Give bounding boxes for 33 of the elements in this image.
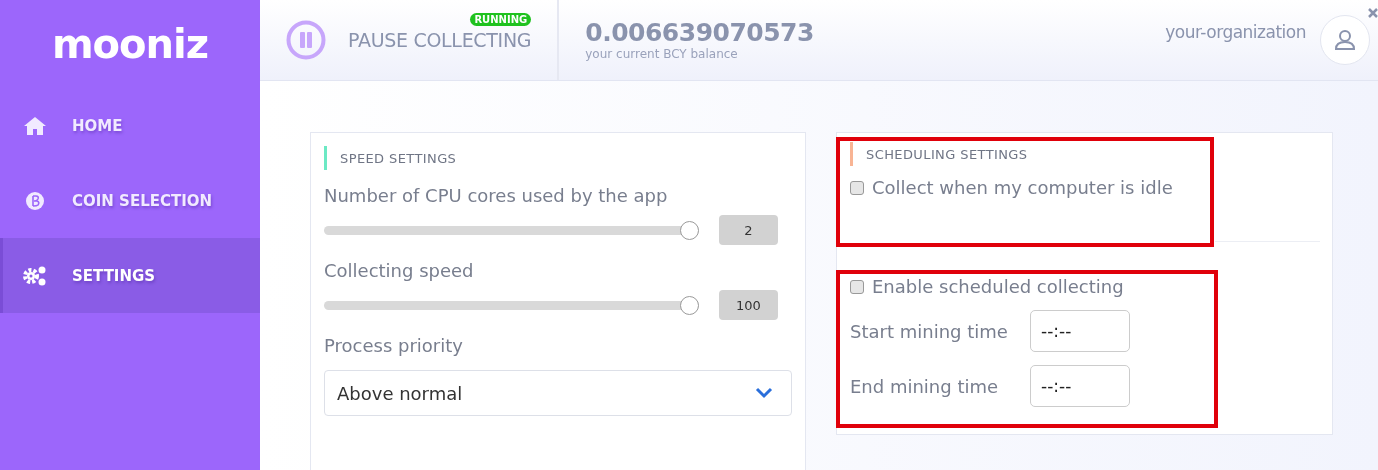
field-label: Process priority	[324, 335, 464, 356]
organization-name: your-organization	[1165, 22, 1306, 42]
slider-value: 2	[719, 215, 778, 245]
home-icon	[22, 115, 48, 136]
close-icon[interactable]	[1368, 8, 1378, 18]
field-label: Start mining time	[850, 320, 1009, 342]
time-input[interactable]: --:--	[1030, 310, 1130, 352]
logo: mooniz	[50, 20, 210, 69]
sidebar-item[interactable]: HOME	[0, 88, 260, 163]
slider-value: 100	[719, 290, 778, 320]
sidebar-item[interactable]: SETTINGS	[0, 238, 260, 313]
balance-caption: your current BCY balance	[585, 47, 739, 61]
slider[interactable]	[324, 220, 699, 240]
pause-icon	[286, 20, 326, 60]
slider-thumb[interactable]	[680, 220, 699, 240]
user-icon	[1333, 28, 1357, 52]
section-title: SPEED SETTINGS	[340, 150, 457, 166]
slider-thumb[interactable]	[680, 295, 699, 315]
time-input[interactable]: --:--	[1030, 365, 1130, 407]
priority-dropdown[interactable]: Above normal	[324, 370, 792, 416]
balance-value: 0.006639070573	[585, 19, 815, 47]
chevron-down-icon	[755, 387, 773, 399]
checkbox[interactable]	[850, 279, 864, 294]
field-label: End mining time	[850, 375, 1000, 397]
checkbox-label: Enable scheduled collecting	[872, 276, 1124, 297]
slider[interactable]	[324, 295, 699, 315]
checkbox[interactable]	[850, 180, 864, 195]
status-badge: RUNNING	[470, 13, 532, 26]
sidebar-item[interactable]: COIN SELECTION	[0, 163, 260, 238]
field-label: Collecting speed	[324, 260, 475, 281]
section-title: SCHEDULING SETTINGS	[866, 146, 1028, 162]
user-avatar-button[interactable]	[1320, 15, 1370, 65]
field-label: Number of CPU cores used by the app	[324, 185, 669, 206]
